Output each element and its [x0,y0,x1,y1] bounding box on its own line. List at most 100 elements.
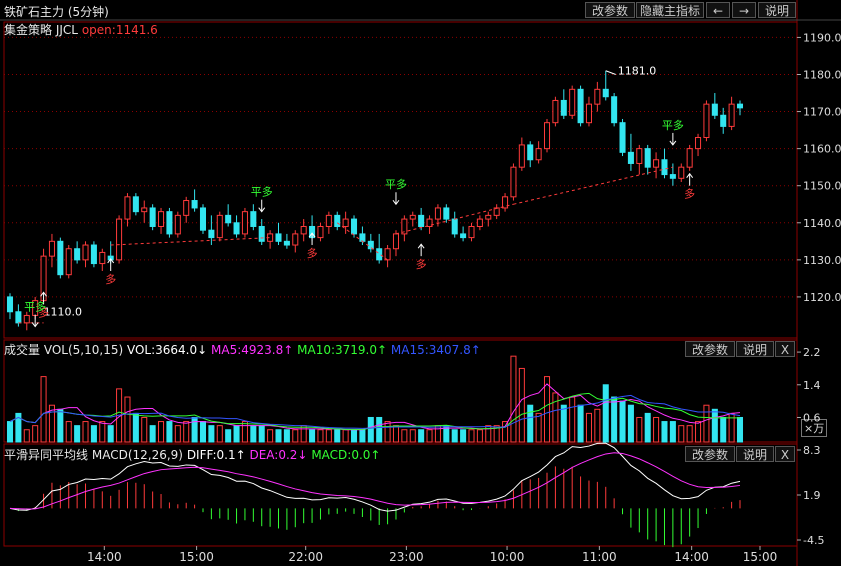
volume-bar [502,421,509,443]
price-tick-label: 1150.0 [803,180,841,193]
candle-body [552,99,559,124]
volume-bar [57,408,64,443]
macd-tick-label: 8.3 [803,444,821,457]
time-tick-label: 11:00 [582,550,617,564]
candle-body [636,148,643,164]
candle-body [367,240,374,250]
flat-signal-label: 平多 [385,177,407,191]
candle-body [644,148,651,168]
time-tick-label: 10:00 [490,550,525,564]
candle-body [158,211,165,227]
candle-body [325,214,332,227]
candle-body [460,233,467,239]
flat-signal-label: 平多 [251,185,273,199]
volume-bar [468,429,475,443]
volume-bar [342,429,349,443]
candle-body [183,200,190,216]
time-tick-label: 14:00 [87,550,122,564]
volume-bar [594,408,601,443]
candle-body [476,218,483,227]
volume-bar [527,404,534,443]
candle-body [493,207,500,216]
candle-body [351,218,358,235]
volume-bar [292,429,299,443]
candle-body [292,233,299,246]
flat-signal-label: 平多 [24,300,46,314]
kline-chart: 1190.0 1180.0 1170.0 1160.0 1150.0 1140.0 1130… [0,0,841,566]
candle-body [527,144,534,161]
candle-body [116,218,123,261]
candle-body [451,218,458,235]
candle-body [585,103,592,124]
candle-body [225,214,232,224]
volume-bar [409,429,416,443]
volume-bar [199,421,207,443]
candle-body [250,211,257,227]
candle-body [359,233,366,242]
volume-bar [418,429,425,443]
volume-bar [233,425,240,443]
volume-bar [669,421,676,443]
volume-bar [40,376,47,443]
volume-bar [90,425,97,443]
volume-bar [392,425,399,443]
high-pointer [605,70,616,75]
candle-body [468,225,475,239]
candle-body [510,166,517,198]
volume-tick-label: 2.2 [803,346,821,359]
candle-body [99,251,106,265]
volume-bar [636,416,643,443]
volume-bar [703,404,710,443]
time-tick-label: 23:00 [389,550,424,564]
candle-body [124,196,131,220]
volume-tick-label: 0.6 [803,411,821,424]
candle-body [418,214,425,227]
macd-tick-label: 1.9 [803,489,821,502]
volume-bar [661,421,668,443]
volume-bar [426,429,433,443]
volume-bar [711,408,718,443]
candle-body [233,222,240,235]
volume-bar [158,421,165,443]
candle-body [208,229,215,239]
volume-bar [686,425,693,443]
candle-body [569,88,576,116]
candle-body [82,244,89,261]
volume-bar [174,425,181,443]
volume-bar [552,392,559,443]
candle-body [720,114,727,127]
volume-bar [183,421,190,443]
volume-bar [216,425,223,443]
volume-bar [65,421,72,443]
candle-body [611,96,618,124]
volume-bar [518,367,525,443]
volume-bar [611,396,618,443]
volume-bar [359,429,366,443]
volume-bar [32,425,39,443]
volume-bar [401,429,408,443]
candle-body [518,144,525,168]
volume-bar [351,429,358,443]
candle-body [594,88,601,105]
candle-body [535,148,542,161]
volume-bar [384,421,391,443]
buy-signal-label: 多 [684,187,695,201]
volume-bar [317,429,324,443]
volume-bar [6,421,14,443]
volume-bar [560,404,567,443]
volume-bar [267,429,274,443]
volume-bar [225,429,232,443]
volume-bar [627,404,634,443]
candle-body [199,207,207,231]
trade-line [110,237,271,246]
volume-bar [736,416,744,443]
candle-body [619,122,626,153]
buy-signal-label: 多 [307,246,318,260]
price-tick-label: 1170.0 [803,106,841,119]
candle-body [736,103,744,109]
volume-tick-label: 1.4 [803,379,821,392]
price-tick-label: 1140.0 [803,217,841,230]
candle-body [577,88,584,124]
volume-bar [577,404,584,443]
buy-signal-label: 多 [105,272,116,286]
